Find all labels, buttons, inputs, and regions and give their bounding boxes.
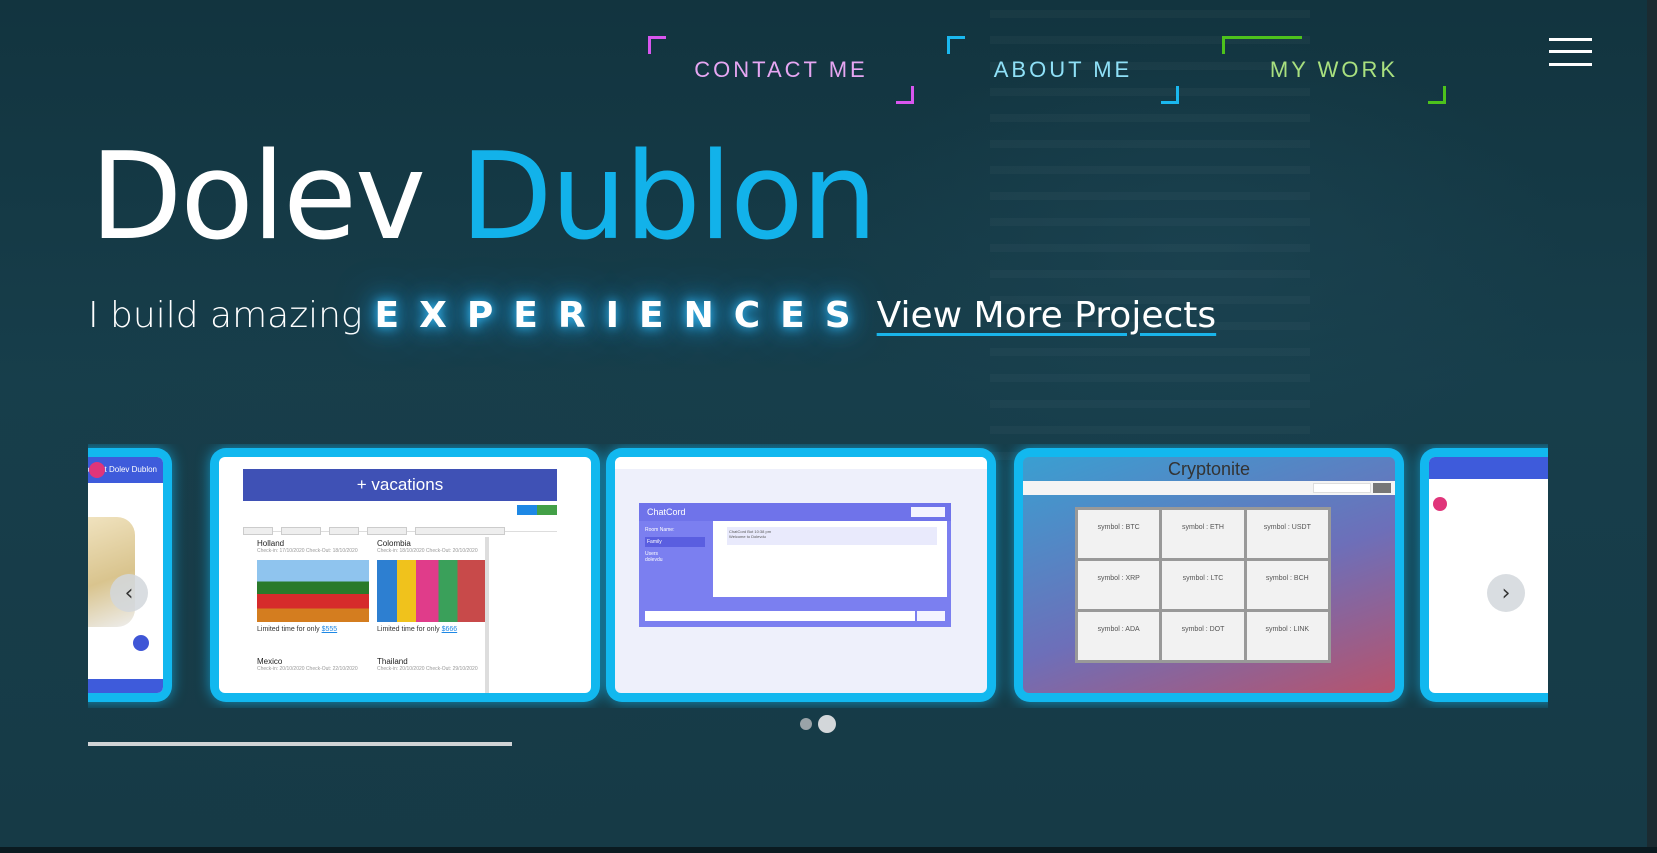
corner-bracket-icon <box>1161 86 1179 104</box>
login-signup-buttons <box>517 505 557 515</box>
hero-last-name: Dublon <box>460 128 877 267</box>
tagline-lead: I build amazing <box>88 294 363 336</box>
tagline-highlight: EXPERIENCES <box>374 294 871 336</box>
vacation-card: Thailand Check-in: 20/10/2020 Check-Out:… <box>377 657 489 672</box>
project-slide-shop2[interactable] <box>1420 448 1548 702</box>
carousel-progress-bar <box>88 742 512 746</box>
chat-panel: ChatCord Room Name: Family Users dolevdu… <box>639 503 951 627</box>
chevron-right-icon: › <box>1501 580 1511 606</box>
chat-header: ChatCord <box>639 503 951 521</box>
corner-bracket-icon <box>1222 36 1302 54</box>
nav-contact-me[interactable]: CONTACT ME <box>648 36 914 104</box>
corner-bracket-icon <box>947 36 965 54</box>
carousel-next-button[interactable]: › <box>1487 574 1525 612</box>
coin-card: symbol : BTC <box>1078 510 1160 558</box>
slide-shop2-bar <box>1429 457 1548 479</box>
chat-input <box>645 611 915 621</box>
pagination-dot-active[interactable] <box>818 715 836 733</box>
page-scrollbar[interactable] <box>1647 0 1657 847</box>
project-screenshot: ChatCord Room Name: Family Users dolevdu… <box>615 457 987 693</box>
project-slide-chatcord[interactable]: ChatCord Room Name: Family Users dolevdu… <box>606 448 996 702</box>
project-screenshot: Cryptonite symbol : BTC symbol : ETH sym… <box>1023 457 1395 693</box>
scrollbar <box>485 537 489 693</box>
coin-card: symbol : XRP <box>1078 561 1160 609</box>
coin-card: symbol : BCH <box>1246 561 1328 609</box>
project-slide-cryptonite[interactable]: Cryptonite symbol : BTC symbol : ETH sym… <box>1014 448 1404 702</box>
check-in-label <box>243 527 273 535</box>
hero-title: Dolev Dublon <box>90 132 878 264</box>
view-more-projects-link[interactable]: View More Projects <box>877 295 1217 336</box>
projects-carousel: contact Dolev Dublon + vacations Holland… <box>88 444 1548 708</box>
project-screenshot: + vacations Holland Check-in: 17/10/2020… <box>219 457 591 693</box>
tagline: I build amazing EXPERIENCES View More Pr… <box>88 290 1216 340</box>
nav-about-label: ABOUT ME <box>993 57 1133 82</box>
project-slide-vacations[interactable]: + vacations Holland Check-in: 17/10/2020… <box>210 448 600 702</box>
coin-grid: symbol : BTC symbol : ETH symbol : USDT … <box>1075 507 1331 663</box>
coin-card: symbol : ADA <box>1078 612 1160 660</box>
cryptonite-title: Cryptonite <box>1167 459 1251 479</box>
nav-contact-label: CONTACT ME <box>694 57 868 82</box>
carousel-prev-button[interactable]: ‹ <box>110 574 148 612</box>
vacation-image <box>257 560 369 622</box>
vacation-card: Colombia Check-in: 18/10/2020 Check-Out:… <box>377 539 489 633</box>
nav-about-me[interactable]: ABOUT ME <box>947 36 1179 104</box>
send-button <box>917 611 945 621</box>
chat-message: ChatCord Bot 10:38 pm Welcome to Dolevdu <box>727 527 937 545</box>
vacation-image <box>377 560 489 622</box>
nav-my-work[interactable]: MY WORK <box>1222 36 1446 104</box>
chat-messages: ChatCord Bot 10:38 pm Welcome to Dolevdu <box>713 521 947 597</box>
chat-sidebar: Room Name: Family Users dolevdu <box>639 521 711 601</box>
carousel-pagination <box>800 715 836 733</box>
phone-icon <box>89 462 105 478</box>
project-screenshot <box>1429 457 1548 693</box>
coin-search-input <box>1313 483 1371 493</box>
coin-card: symbol : LTC <box>1162 561 1244 609</box>
cart-icon <box>1433 497 1447 511</box>
vacation-card: Mexico Check-in: 20/10/2020 Check-Out: 2… <box>257 657 369 672</box>
corner-bracket-icon <box>648 36 666 54</box>
coin-card: symbol : USDT <box>1246 510 1328 558</box>
corner-bracket-icon <box>1428 86 1446 104</box>
coin-card: symbol : DOT <box>1162 612 1244 660</box>
vacations-header: + vacations <box>243 469 557 501</box>
leave-room-button <box>911 507 945 517</box>
date-filters <box>243 520 557 535</box>
coin-card: symbol : ETH <box>1162 510 1244 558</box>
coin-card: symbol : LINK <box>1246 612 1328 660</box>
hero-first-name: Dolev <box>90 128 426 267</box>
corner-bracket-icon <box>896 86 914 104</box>
pagination-dot[interactable] <box>800 718 812 730</box>
hamburger-menu-icon[interactable] <box>1549 38 1592 68</box>
search-button <box>1373 483 1391 493</box>
cart-icon <box>133 635 149 651</box>
chevron-left-icon: ‹ <box>124 580 134 606</box>
vacation-card: Holland Check-in: 17/10/2020 Check-Out: … <box>257 539 369 633</box>
slide-footer <box>88 679 163 693</box>
nav-work-label: MY WORK <box>1269 57 1399 82</box>
bottom-edge <box>0 847 1657 853</box>
